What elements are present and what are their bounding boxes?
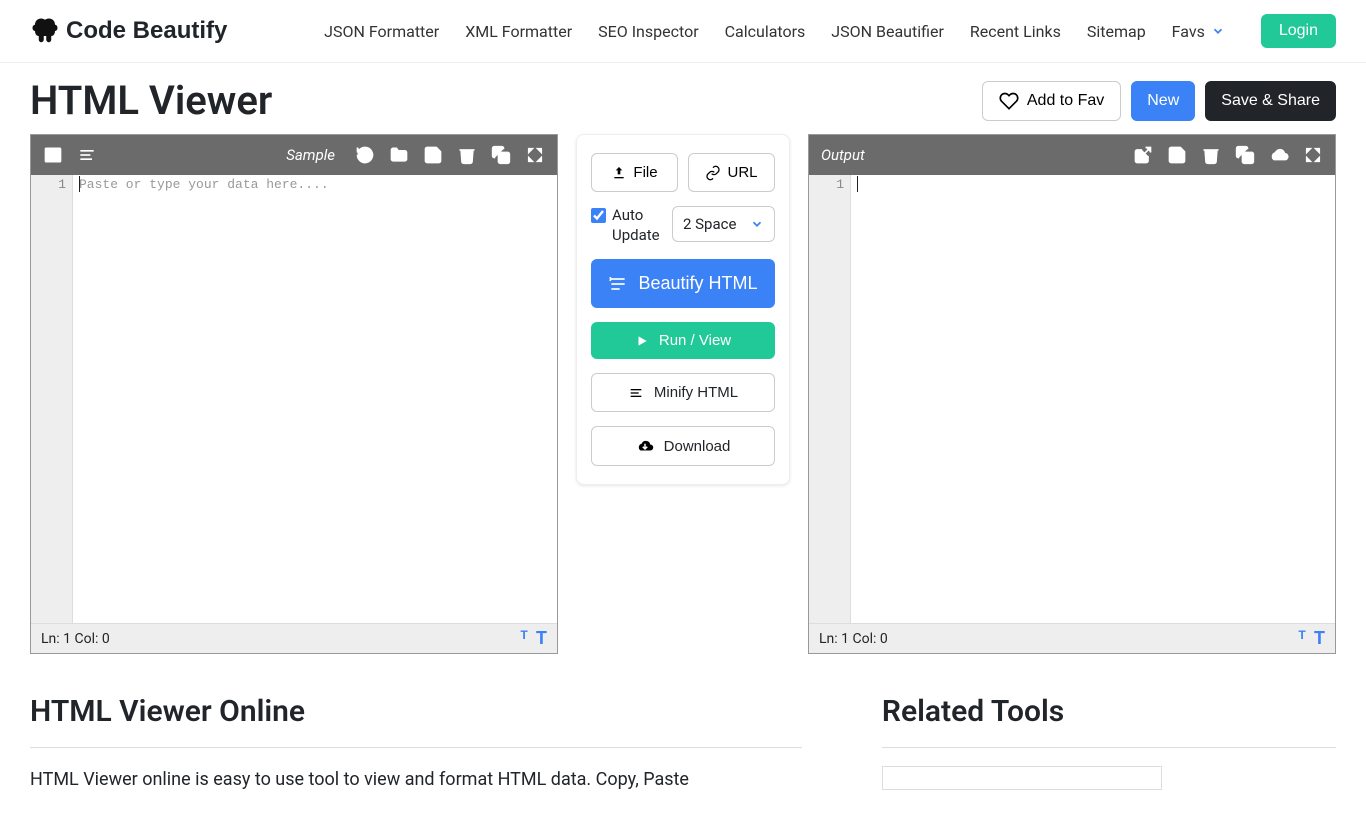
title-actions: Add to Fav New Save & Share: [982, 81, 1336, 121]
save-share-button[interactable]: Save & Share: [1205, 81, 1336, 121]
output-toolbar: Output: [809, 135, 1335, 175]
output-cursor-pos: Ln: 1 Col: 0: [819, 631, 888, 647]
expand-icon[interactable]: [1303, 145, 1323, 165]
divider: [882, 747, 1336, 748]
text-bigger[interactable]: T: [536, 628, 547, 649]
text-bigger[interactable]: T: [1314, 628, 1325, 649]
copy-icon[interactable]: [1235, 145, 1255, 165]
new-button[interactable]: New: [1131, 81, 1195, 121]
expand-icon[interactable]: [525, 145, 545, 165]
nav: JSON Formatter XML Formatter SEO Inspect…: [324, 14, 1336, 48]
nav-recent-links[interactable]: Recent Links: [970, 22, 1061, 41]
indent-select[interactable]: 2 Space: [672, 206, 775, 242]
compress-icon: [628, 385, 644, 401]
text-smaller[interactable]: T: [520, 628, 527, 649]
text-size-controls: T T: [520, 628, 547, 649]
input-editor: Sample 1 Paste or type your data here...…: [30, 134, 558, 654]
copy-icon[interactable]: [491, 145, 511, 165]
history-icon[interactable]: [355, 145, 375, 165]
trash-icon[interactable]: [1201, 145, 1221, 165]
login-button[interactable]: Login: [1261, 14, 1336, 48]
nav-favs[interactable]: Favs: [1172, 22, 1225, 41]
output-textarea: [851, 175, 1335, 623]
main: Sample 1 Paste or type your data here...…: [0, 134, 1366, 674]
brand-text: Code Beautify: [66, 17, 227, 45]
run-button[interactable]: Run / View: [591, 322, 775, 359]
sample-label[interactable]: Sample: [286, 146, 335, 164]
article-title: HTML Viewer Online: [30, 694, 802, 729]
chevron-down-icon: [1211, 24, 1225, 38]
download-button[interactable]: Download: [591, 426, 775, 466]
play-icon: [635, 334, 649, 348]
output-editor: Output 1 Ln: 1 Col: 0 T T: [808, 134, 1336, 654]
input-toolbar: Sample: [31, 135, 557, 175]
heart-icon: [999, 91, 1019, 111]
beautify-button[interactable]: Beautify HTML: [591, 259, 775, 308]
title-row: HTML Viewer Add to Fav New Save & Share: [0, 63, 1366, 134]
text-smaller[interactable]: T: [1298, 628, 1305, 649]
cloud-icon[interactable]: [1269, 145, 1289, 165]
output-label: Output: [821, 146, 865, 164]
related-item[interactable]: [882, 766, 1162, 790]
file-button[interactable]: File: [591, 153, 678, 192]
input-gutter: 1: [31, 175, 73, 623]
article-desc: HTML Viewer online is easy to use tool t…: [30, 766, 802, 793]
folder-icon[interactable]: [389, 145, 409, 165]
trash-icon[interactable]: [457, 145, 477, 165]
nav-json-formatter[interactable]: JSON Formatter: [324, 22, 439, 41]
input-cursor-pos: Ln: 1 Col: 0: [41, 631, 110, 647]
divider: [30, 747, 802, 748]
nav-sitemap[interactable]: Sitemap: [1087, 22, 1146, 41]
logo[interactable]: Code Beautify: [30, 16, 227, 46]
auto-update-checkbox[interactable]: [591, 208, 606, 223]
nav-json-beautifier[interactable]: JSON Beautifier: [831, 22, 944, 41]
page-title: HTML Viewer: [30, 77, 272, 124]
nav-seo-inspector[interactable]: SEO Inspector: [598, 22, 698, 41]
add-to-fav-button[interactable]: Add to Fav: [982, 81, 1121, 121]
header: Code Beautify JSON Formatter XML Formatt…: [0, 0, 1366, 63]
output-status-bar: Ln: 1 Col: 0 T T: [809, 623, 1335, 653]
input-textarea[interactable]: Paste or type your data here....: [73, 175, 557, 623]
format-icon: [608, 274, 628, 294]
cloud-download-icon: [636, 437, 654, 455]
upload-icon: [611, 165, 627, 181]
related-title: Related Tools: [882, 694, 1336, 729]
auto-update-label: Auto Update: [612, 206, 664, 245]
nav-calculators[interactable]: Calculators: [725, 22, 806, 41]
url-button[interactable]: URL: [688, 153, 775, 192]
chevron-down-icon: [750, 217, 764, 231]
actions-panel: File URL Auto Update 2 Space Beautify HT…: [576, 134, 790, 485]
external-icon[interactable]: [1133, 145, 1153, 165]
save-icon[interactable]: [1167, 145, 1187, 165]
list-icon[interactable]: [43, 145, 63, 165]
minify-button[interactable]: Minify HTML: [591, 373, 775, 412]
save-icon[interactable]: [423, 145, 443, 165]
output-body[interactable]: 1: [809, 175, 1335, 623]
menu-icon[interactable]: [77, 145, 97, 165]
input-status-bar: Ln: 1 Col: 0 T T: [31, 623, 557, 653]
link-icon: [705, 165, 721, 181]
nav-xml-formatter[interactable]: XML Formatter: [465, 22, 572, 41]
output-gutter: 1: [809, 175, 851, 623]
text-size-controls: T T: [1298, 628, 1325, 649]
brain-icon: [30, 16, 60, 46]
input-body[interactable]: 1 Paste or type your data here....: [31, 175, 557, 623]
bottom-section: HTML Viewer Online HTML Viewer online is…: [0, 674, 1366, 813]
